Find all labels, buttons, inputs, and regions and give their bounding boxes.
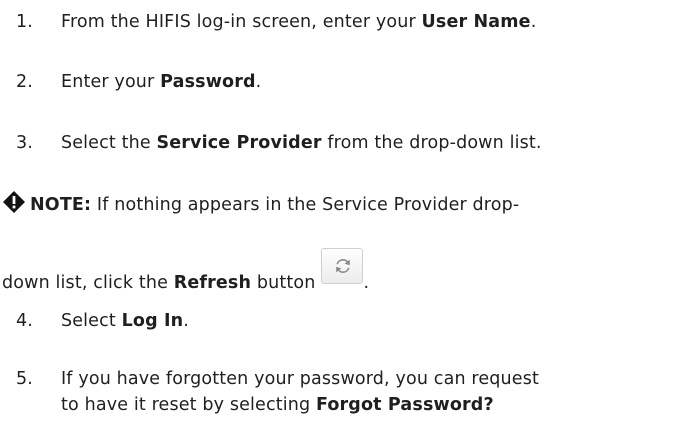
bold-term: Refresh	[173, 273, 252, 293]
bold-term: Service Provider	[156, 133, 322, 153]
step-text: If you have forgotten your password, you…	[61, 369, 539, 415]
note-diamond-icon	[3, 191, 25, 213]
refresh-button[interactable]	[321, 248, 364, 284]
bold-term: Password	[160, 72, 256, 92]
step-number: 5.	[16, 369, 33, 389]
step-number: 1.	[16, 12, 33, 32]
step-text: From the HIFIS log-in screen, enter your…	[61, 12, 537, 32]
bold-term: Log In	[121, 311, 184, 331]
note-label: NOTE:	[30, 195, 92, 215]
note-text: If nothing appears in the Service Provid…	[91, 195, 520, 215]
note-line-2: down list, click the Refresh button .	[2, 248, 692, 296]
step-4: 4. Select Log In.	[16, 308, 686, 334]
step-text: Select the Service Provider from the dro…	[61, 133, 542, 153]
step-text: Enter your Password.	[61, 72, 262, 92]
refresh-icon	[336, 259, 351, 273]
step-3: 3. Select the Service Provider from the d…	[16, 130, 686, 156]
step-2: 2. Enter your Password.	[16, 69, 686, 95]
note-line-1: NOTE: If nothing appears in the Service …	[2, 190, 692, 218]
step-number: 2.	[16, 72, 33, 92]
bold-term: User Name	[421, 12, 531, 32]
step-5: 5. If you have forgotten your password, y…	[16, 366, 686, 418]
step-1: 1. From the HIFIS log-in screen, enter yo…	[16, 9, 686, 35]
step-text: Select Log In.	[61, 311, 189, 331]
step-number: 4.	[16, 311, 33, 331]
bold-term: Forgot Password?	[315, 395, 494, 415]
step-number: 3.	[16, 133, 33, 153]
instructions-document: 1. From the HIFIS log-in screen, enter yo…	[0, 0, 693, 426]
